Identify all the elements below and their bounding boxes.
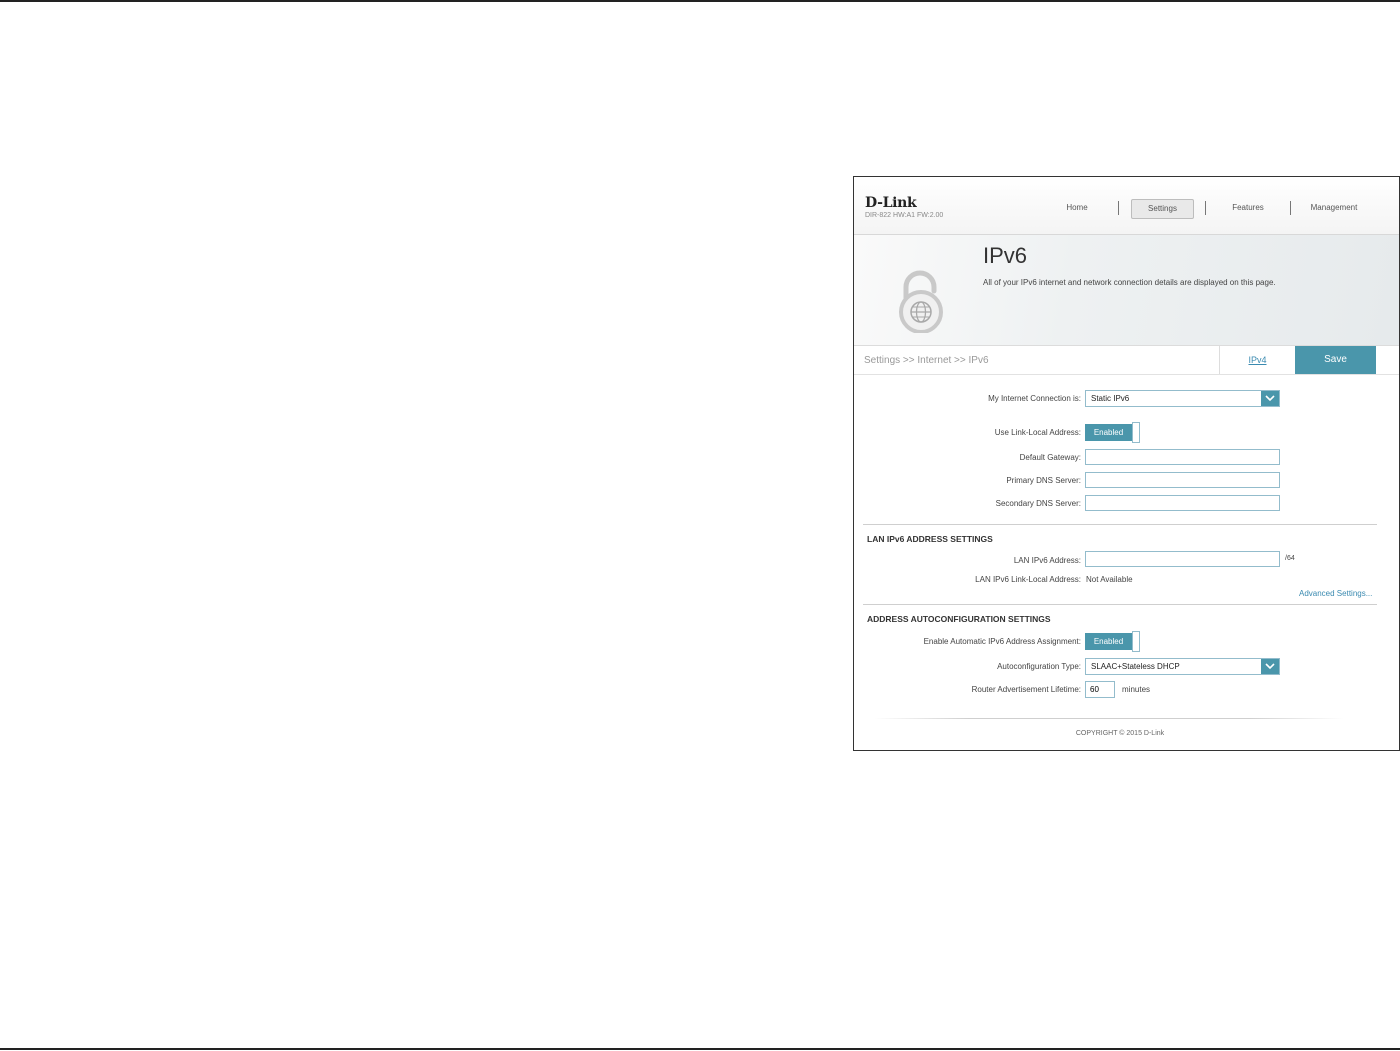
autoconfig-section-title: ADDRESS AUTOCONFIGURATION SETTINGS [867,614,1051,624]
lan-section-title: LAN IPv6 ADDRESS SETTINGS [867,534,993,544]
main-nav: Home Settings Features Management [854,199,1399,219]
nav-separator [1118,201,1119,215]
breadcrumb: Settings >> Internet >> IPv6 [864,355,989,366]
connection-type-select[interactable]: Static IPv6 [1085,390,1280,407]
link-local-state: Enabled [1085,424,1132,441]
ra-lifetime-label: Router Advertisement Lifetime: [971,685,1081,694]
nav-separator [1290,201,1291,215]
nav-home[interactable]: Home [1056,199,1098,217]
nav-management[interactable]: Management [1304,199,1364,217]
primary-dns-label: Primary DNS Server: [1006,476,1081,485]
connection-type-value: Static IPv6 [1091,394,1130,403]
connection-type-label: My Internet Connection is: [988,394,1081,403]
lan-link-local-label: LAN IPv6 Link-Local Address: [975,575,1081,584]
ra-lifetime-unit: minutes [1122,685,1151,694]
page-title: IPv6 [983,243,1028,268]
nav-separator [1205,201,1206,215]
primary-dns-input[interactable] [1085,472,1280,488]
nav-features[interactable]: Features [1224,199,1272,217]
link-local-toggle[interactable]: Enabled [1085,422,1141,443]
bottom-rule [0,1048,1400,1050]
ipv4-link[interactable]: IPv4 [1219,346,1295,374]
default-gateway-label: Default Gateway: [1019,453,1081,462]
lan-link-local-value: Not Available [1086,575,1133,584]
auto-assign-label: Enable Automatic IPv6 Address Assignment… [923,637,1081,646]
lan-ipv6-address-input[interactable] [1085,551,1280,567]
section-divider [863,604,1377,605]
chevron-down-icon [1261,391,1279,406]
secondary-dns-label: Secondary DNS Server: [995,499,1081,508]
advanced-settings-link[interactable]: Advanced Settings... [1299,589,1372,598]
lan-ipv6-address-label: LAN IPv6 Address: [1013,556,1081,565]
footer-divider [874,718,1344,719]
toggle-knob [1132,422,1140,443]
secondary-dns-input[interactable] [1085,495,1280,511]
toggle-knob [1132,631,1140,652]
link-local-label: Use Link-Local Address: [994,428,1081,437]
save-button[interactable]: Save [1295,346,1376,374]
chevron-down-icon [1261,659,1279,674]
auto-assign-toggle[interactable]: Enabled [1085,631,1141,652]
auto-assign-state: Enabled [1085,633,1132,650]
ipv6-lock-globe-icon [899,270,943,333]
section-divider [863,524,1377,525]
default-gateway-input[interactable] [1085,449,1280,465]
autoconfig-type-value: SLAAC+Stateless DHCP [1091,662,1180,671]
copyright: COPYRIGHT © 2015 D-Link [1075,730,1165,737]
autoconfig-type-select[interactable]: SLAAC+Stateless DHCP [1085,658,1280,675]
ra-lifetime-input[interactable] [1085,681,1115,698]
router-settings-screenshot: D-Link DIR-822 HW:A1 FW:2.00 Home Settin… [853,176,1400,751]
autoconfig-type-label: Autoconfiguration Type: [997,662,1081,671]
prefix-suffix: /64 [1285,555,1295,562]
header: D-Link DIR-822 HW:A1 FW:2.00 Home Settin… [854,177,1399,235]
nav-settings[interactable]: Settings [1131,199,1194,219]
page-banner: IPv6 All of your IPv6 internet and netwo… [854,235,1399,346]
top-rule [0,0,1400,2]
breadcrumb-bar: Settings >> Internet >> IPv6 IPv4 Save [854,346,1399,375]
page-description: All of your IPv6 internet and network co… [983,278,1276,287]
